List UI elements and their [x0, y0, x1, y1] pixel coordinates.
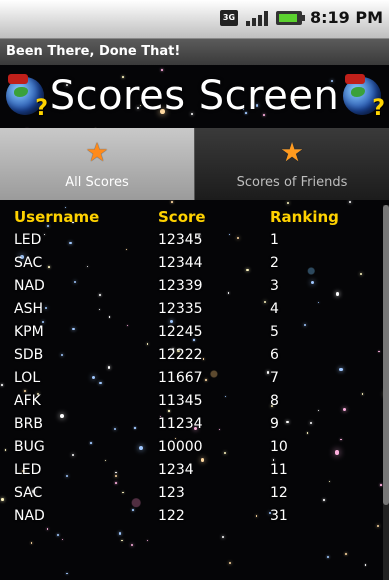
table-row[interactable]: NAD 12339 3 — [14, 274, 389, 297]
username-cell: SAC — [14, 254, 43, 271]
table-row[interactable]: SDB 12222 6 — [14, 343, 389, 366]
ranking-cell: 11 — [270, 461, 288, 478]
app-title-bar: Been There, Done That! — [0, 39, 389, 65]
username-cell: BUG — [14, 438, 45, 455]
table-row[interactable]: BUG 10000 10 — [14, 435, 389, 458]
ranking-cell: 31 — [270, 507, 288, 524]
score-tabs: ★ All Scores ★ Scores of Friends — [0, 128, 389, 200]
ranking-cell: 10 — [270, 438, 288, 455]
header-username: Username — [14, 207, 100, 226]
score-cell: 12222 — [158, 346, 203, 363]
score-cell: 123 — [158, 484, 185, 501]
status-icons: 3G 8:19 PM — [219, 8, 383, 27]
table-row[interactable]: BRB 11234 9 — [14, 412, 389, 435]
score-cell: 122 — [158, 507, 185, 524]
username-cell: ASH — [14, 300, 43, 317]
username-cell: BRB — [14, 415, 43, 432]
status-bar: 3G 8:19 PM — [0, 0, 389, 39]
app-title: Been There, Done That! — [6, 44, 181, 59]
username-cell: LED — [14, 231, 42, 248]
username-cell: LOL — [14, 369, 41, 386]
username-cell: NAD — [14, 507, 45, 524]
table-row[interactable]: ASH 12335 4 — [14, 297, 389, 320]
score-cell: 11345 — [158, 392, 203, 409]
score-cell: 12344 — [158, 254, 203, 271]
username-cell: NAD — [14, 277, 45, 294]
status-clock: 8:19 PM — [309, 8, 383, 27]
table-row[interactable]: NAD 122 31 — [14, 504, 389, 527]
ranking-cell: 4 — [270, 300, 279, 317]
username-cell: AFK — [14, 392, 41, 409]
ranking-cell: 9 — [270, 415, 279, 432]
table-row[interactable]: SAC 12344 2 — [14, 251, 389, 274]
table-header: Username Score Ranking — [14, 205, 389, 228]
star-icon: ★ — [280, 137, 304, 168]
globe-question-icon: ? — [343, 74, 385, 121]
table-row[interactable]: LED 12345 1 — [14, 228, 389, 251]
table-row[interactable]: LED 1234 11 — [14, 458, 389, 481]
scores-table[interactable]: Username Score Ranking LED 12345 1 SAC 12344… — [14, 205, 389, 580]
star-icon: ★ — [85, 137, 109, 168]
ranking-cell: 8 — [270, 392, 279, 409]
ranking-cell: 3 — [270, 277, 279, 294]
ranking-cell: 6 — [270, 346, 279, 363]
table-row[interactable]: KPM 12245 5 — [14, 320, 389, 343]
scrollbar[interactable] — [383, 205, 389, 580]
battery-icon — [275, 10, 305, 25]
score-cell: 11667 — [158, 369, 203, 386]
ranking-cell: 5 — [270, 323, 279, 340]
score-cell: 1234 — [158, 461, 194, 478]
ranking-cell: 12 — [270, 484, 288, 501]
score-cell: 12339 — [158, 277, 203, 294]
screen-title: Scores Screen — [49, 73, 340, 119]
header-ranking: Ranking — [270, 207, 339, 226]
score-cell: 10000 — [158, 438, 203, 455]
username-cell: SAC — [14, 484, 43, 501]
tab-label: All Scores — [65, 174, 129, 190]
table-row[interactable]: AFK 11345 8 — [14, 389, 389, 412]
username-cell: LED — [14, 461, 42, 478]
ranking-cell: 2 — [270, 254, 279, 271]
username-cell: KPM — [14, 323, 44, 340]
ranking-cell: 7 — [270, 369, 279, 386]
score-cell: 12345 — [158, 231, 203, 248]
tab-scores-of-friends[interactable]: ★ Scores of Friends — [195, 128, 389, 200]
score-cell: 12245 — [158, 323, 203, 340]
tab-label: Scores of Friends — [236, 174, 348, 190]
score-cell: 12335 — [158, 300, 203, 317]
network-type-icon: 3G — [219, 9, 238, 26]
tab-all-scores[interactable]: ★ All Scores — [0, 128, 195, 200]
header-score: Score — [158, 207, 206, 226]
signal-strength-icon — [245, 10, 268, 26]
ranking-cell: 1 — [270, 231, 279, 248]
table-row[interactable]: LOL 11667 7 — [14, 366, 389, 389]
username-cell: SDB — [14, 346, 44, 363]
table-row[interactable]: SAC 123 12 — [14, 481, 389, 504]
scores-banner: ? Scores Screen ? — [0, 65, 389, 127]
globe-question-icon: ? — [6, 74, 48, 121]
score-cell: 11234 — [158, 415, 203, 432]
